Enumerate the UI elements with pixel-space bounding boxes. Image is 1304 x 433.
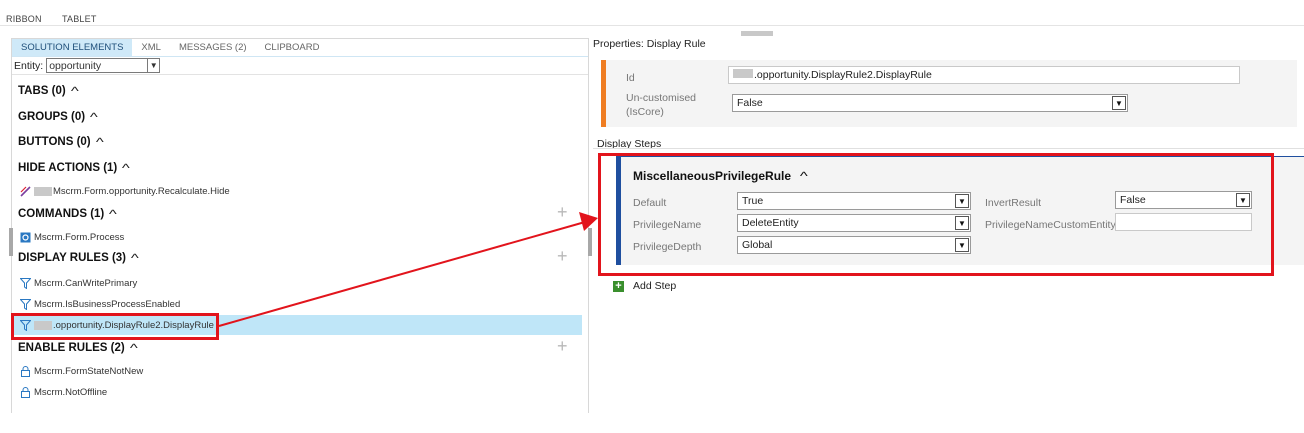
properties-card: Id .opportunity.DisplayRule2.DisplayRule… [601,60,1297,127]
hide-action-icon [20,185,31,197]
add-icon: + [613,280,624,292]
chevron-down-icon[interactable]: ▼ [1112,96,1126,110]
iscore-label: Un-customised [626,92,697,104]
entity-label: Entity: [14,59,44,72]
solution-elements-pane: SOLUTION ELEMENTS XML MESSAGES (2) CLIPB… [11,38,589,413]
tab-clipboard[interactable]: CLIPBOARD [256,39,329,56]
iscore-label-sub: (IsCore) [626,106,664,118]
add-enable-rule-icon[interactable]: + [557,337,568,355]
chevron-up-icon[interactable]: ^ [122,161,130,175]
section-label: COMMANDS (1) [18,208,105,220]
list-item-command[interactable]: Mscrm.Form.Process [12,227,582,247]
lock-icon [20,386,31,398]
list-item-enable-rule[interactable]: Mscrm.NotOffline [12,382,582,402]
iscore-select[interactable]: False ▼ [732,94,1128,112]
chevron-up-icon[interactable]: ^ [90,110,98,124]
section-hide-actions[interactable]: HIDE ACTIONS (1) ^ [18,161,130,175]
entity-row: Entity: opportunity ▼ [12,57,588,75]
section-label: GROUPS (0) [18,111,86,123]
tab-xml[interactable]: XML [132,39,170,56]
pane-tabs: SOLUTION ELEMENTS XML MESSAGES (2) CLIPB… [12,39,588,57]
section-display-rules[interactable]: DISPLAY RULES (3) ^ [18,251,139,265]
section-label: BUTTONS (0) [18,136,91,148]
scroll-handle-left[interactable] [9,228,13,256]
entity-select[interactable]: opportunity ▼ [46,58,161,73]
add-command-icon[interactable]: + [557,203,568,221]
section-label: DISPLAY RULES (3) [18,252,126,264]
redacted-prefix [34,186,52,196]
tab-ribbon[interactable]: RIBBON [6,14,42,24]
add-display-rule-icon[interactable]: + [557,247,568,265]
chevron-down-icon[interactable]: ▼ [147,59,159,72]
section-label: ENABLE RULES (2) [18,342,125,354]
top-tab-bar: RIBBON TABLET [0,0,1304,26]
splitter-grip[interactable] [741,31,773,36]
section-enable-rules[interactable]: ENABLE RULES (2) ^ [18,341,138,355]
section-label: HIDE ACTIONS (1) [18,162,118,174]
properties-header: Properties: Display Rule [593,38,706,50]
section-buttons[interactable]: BUTTONS (0) ^ [18,135,103,149]
iscore-value: False [737,97,763,109]
item-label: Mscrm.FormStateNotNew [34,365,144,377]
add-step-label: Add Step [633,280,677,292]
item-label: Mscrm.Form.Process [34,231,125,243]
item-label: Mscrm.IsBusinessProcessEnabled [34,298,181,310]
command-icon [20,232,31,243]
highlight-box-rule [11,313,219,340]
id-value: .opportunity.DisplayRule2.DisplayRule [754,69,932,81]
list-item-enable-rule[interactable]: Mscrm.FormStateNotNew [12,361,582,381]
id-label: Id [626,72,635,84]
chevron-up-icon[interactable]: ^ [131,251,139,265]
section-label: TABS (0) [18,85,66,97]
filter-icon [20,277,31,289]
tab-messages[interactable]: MESSAGES (2) [170,39,256,56]
highlight-box-step [598,153,1274,276]
list-item-display-rule[interactable]: Mscrm.IsBusinessProcessEnabled [12,294,582,314]
redacted-prefix [733,69,753,78]
id-field[interactable]: .opportunity.DisplayRule2.DisplayRule [728,66,1240,84]
scroll-handle-right[interactable] [588,228,592,256]
chevron-up-icon[interactable]: ^ [95,135,103,149]
item-label: Mscrm.NotOffline [34,386,108,398]
add-step-button[interactable]: + Add Step [613,280,676,292]
tab-tablet[interactable]: TABLET [62,14,97,24]
section-groups[interactable]: GROUPS (0) ^ [18,110,98,124]
lock-icon [20,365,31,377]
list-item-hide-action[interactable]: Mscrm.Form.opportunity.Recalculate.Hide [12,181,582,201]
tab-solution-elements[interactable]: SOLUTION ELEMENTS [12,39,133,56]
item-label: Mscrm.CanWritePrimary [34,277,138,289]
section-commands[interactable]: COMMANDS (1) ^ [18,207,117,221]
list-item-display-rule[interactable]: Mscrm.CanWritePrimary [12,273,582,293]
chevron-up-icon[interactable]: ^ [109,207,117,221]
filter-icon [20,298,31,310]
divider [593,148,1304,149]
section-tabs[interactable]: TABS (0) ^ [18,84,79,98]
chevron-up-icon[interactable]: ^ [130,341,138,355]
entity-value: opportunity [49,59,102,72]
chevron-up-icon[interactable]: ^ [71,84,79,98]
item-label: Mscrm.Form.opportunity.Recalculate.Hide [53,185,230,197]
